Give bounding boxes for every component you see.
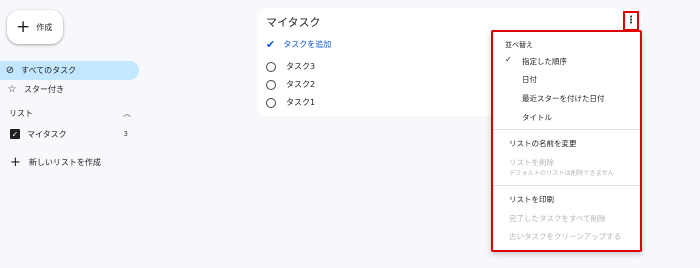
sort-option-custom-order[interactable]: ✓ 指定した順序 <box>493 55 640 67</box>
lists-section-header[interactable]: リスト ︿ <box>9 106 131 120</box>
sidebar-item-label: すべてのタスク <box>21 66 77 75</box>
checkbox-checked-icon[interactable]: ✓ <box>10 129 20 139</box>
menu-divider <box>493 129 640 130</box>
sort-header: 並べ替え <box>505 41 533 49</box>
chevron-up-icon[interactable]: ︿ <box>123 108 131 119</box>
sidebar-item-label: スター付き <box>24 84 64 94</box>
sort-option-date[interactable]: 日付 <box>493 74 640 85</box>
rename-list-item[interactable]: リストの名前を変更 <box>493 138 640 149</box>
lists-section-title: リスト <box>9 108 33 118</box>
plus-icon: + <box>16 16 31 37</box>
task-item[interactable]: タスク3 <box>266 61 315 72</box>
sort-option-title[interactable]: タイトル <box>493 112 640 123</box>
add-task-icon: ✔ <box>266 38 276 51</box>
check-circle-icon: ⊘ <box>5 65 15 76</box>
star-icon: ☆ <box>7 83 17 95</box>
sort-option-label: 最近スターを付けた日付 <box>522 94 605 103</box>
sort-option-label: 日付 <box>522 75 537 84</box>
task-complete-toggle[interactable] <box>266 61 276 72</box>
cleanup-old-tasks-item: 古いタスクをクリーンアップする <box>509 232 622 241</box>
new-list-button[interactable]: + 新しいリストを作成 <box>10 154 101 170</box>
task-title: タスク3 <box>286 62 316 71</box>
delete-completed-item: 完了したタスクをすべて削除 <box>509 214 606 223</box>
sort-option-label: 指定した順序 <box>522 57 567 66</box>
list-name: マイタスク <box>27 129 67 139</box>
task-item[interactable]: タスク2 <box>266 79 315 90</box>
menu-divider <box>493 185 640 186</box>
task-item[interactable]: タスク1 <box>266 97 315 108</box>
sort-option-label: タイトル <box>522 113 552 122</box>
delete-list-note: デフォルトのリストは削除できません <box>509 170 615 177</box>
create-button[interactable]: + 作成 <box>7 10 63 44</box>
task-complete-toggle[interactable] <box>266 97 276 108</box>
plus-icon: + <box>10 154 21 170</box>
task-complete-toggle[interactable] <box>266 79 276 90</box>
more-vert-icon: ⋮ <box>626 15 636 26</box>
list-options-menu: 並べ替え ✓ 指定した順序 日付 最近スターを付けた日付 タイトル リストの名前… <box>491 30 642 252</box>
create-button-label: 作成 <box>36 22 53 32</box>
sort-option-starred-date[interactable]: 最近スターを付けた日付 <box>493 93 640 104</box>
task-title: タスク1 <box>286 98 316 107</box>
list-count: 3 <box>123 130 128 138</box>
add-task-button[interactable]: ✔ タスクを追加 <box>266 38 331 51</box>
task-title: タスク2 <box>286 80 316 89</box>
list-title: マイタスク <box>266 16 321 29</box>
add-task-label: タスクを追加 <box>283 40 332 49</box>
sidebar-item-starred[interactable]: ☆ スター付き <box>0 80 139 98</box>
check-icon: ✓ <box>505 55 512 64</box>
sidebar-list-item[interactable]: ✓ マイタスク 3 <box>10 126 128 142</box>
more-options-button[interactable]: ⋮ <box>623 11 639 31</box>
sidebar-item-all-tasks[interactable]: ⊘ すべてのタスク <box>0 61 139 80</box>
print-list-item[interactable]: リストを印刷 <box>493 194 640 205</box>
delete-list-item: リストを削除 <box>509 158 554 167</box>
new-list-label: 新しいリストを作成 <box>28 157 101 167</box>
